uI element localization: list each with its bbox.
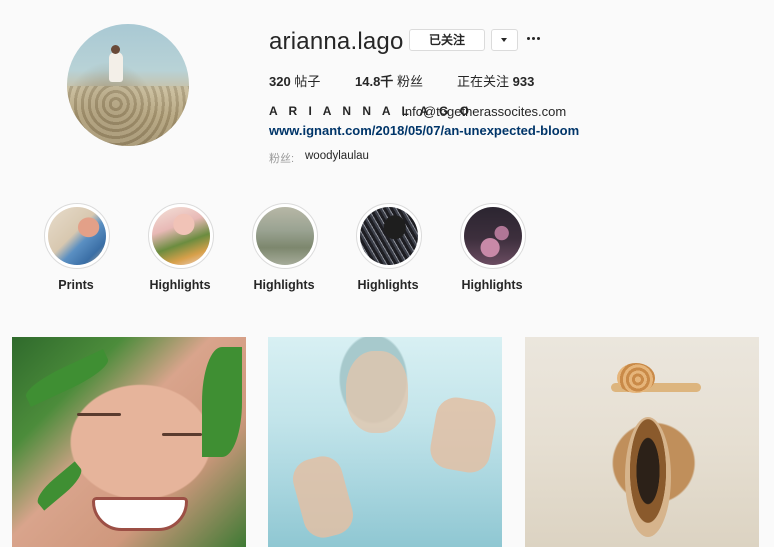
post-face — [346, 351, 408, 433]
posts-label: 帖子 — [294, 74, 321, 89]
highlight-item[interactable] — [460, 203, 526, 269]
highlight-label: Highlights — [357, 278, 419, 292]
profile-avatar[interactable] — [67, 24, 189, 146]
highlight-cover — [360, 207, 418, 265]
followers-value: 14.8千 — [355, 74, 394, 89]
post-thumbnail[interactable] — [268, 337, 502, 547]
more-options-icon[interactable] — [526, 31, 542, 45]
bio-email: info@togetherassocites.com — [402, 104, 567, 119]
following-value: 933 — [512, 74, 535, 89]
highlight-label: Highlights — [461, 278, 523, 292]
post-thumbnail[interactable] — [525, 337, 759, 547]
posts-count: 320 帖子 — [269, 71, 320, 90]
highlight-item[interactable] — [356, 203, 422, 269]
avatar-figure-head — [111, 45, 120, 54]
followers-label: 粉丝 — [396, 74, 423, 89]
post-eye — [625, 417, 671, 537]
highlight-label: Prints — [58, 278, 94, 292]
following-count[interactable]: 正在关注 933 — [457, 71, 534, 90]
post-thumbnail[interactable] — [12, 337, 246, 547]
bio-website-link[interactable]: www.ignant.com/2018/05/07/an-unexpected-… — [269, 123, 579, 138]
highlight-cover — [464, 207, 522, 265]
highlight-item[interactable] — [252, 203, 318, 269]
post-leaf-shape — [202, 347, 242, 457]
post-smile — [92, 497, 188, 531]
highlight-cover — [256, 207, 314, 265]
following-label: 正在关注 — [457, 74, 510, 89]
followed-by-label: 粉丝: — [269, 153, 295, 165]
post-hand — [427, 394, 499, 476]
profile-username: arianna.lago — [269, 28, 404, 55]
avatar-rock-texture — [67, 86, 189, 146]
followers-count[interactable]: 14.8千 粉丝 — [355, 71, 423, 90]
chevron-down-icon — [501, 38, 507, 42]
highlight-prints[interactable] — [44, 203, 110, 269]
highlight-cover — [152, 207, 210, 265]
following-button[interactable]: 已关注 — [409, 29, 485, 51]
posts-value: 320 — [269, 74, 291, 89]
followed-by-username[interactable]: woodylaulau — [305, 150, 369, 162]
highlight-label: Highlights — [149, 278, 211, 292]
post-leaf-shape — [21, 349, 113, 407]
post-leaf-shape — [32, 461, 87, 511]
highlight-item[interactable] — [148, 203, 214, 269]
highlight-label: Highlights — [253, 278, 315, 292]
post-closed-eye — [77, 413, 121, 416]
post-snail-shell — [617, 363, 655, 393]
highlight-cover — [48, 207, 106, 265]
avatar-figure — [109, 52, 123, 82]
suggestions-dropdown-button[interactable] — [491, 29, 518, 51]
post-closed-eye — [162, 433, 202, 436]
post-hand — [288, 451, 358, 543]
